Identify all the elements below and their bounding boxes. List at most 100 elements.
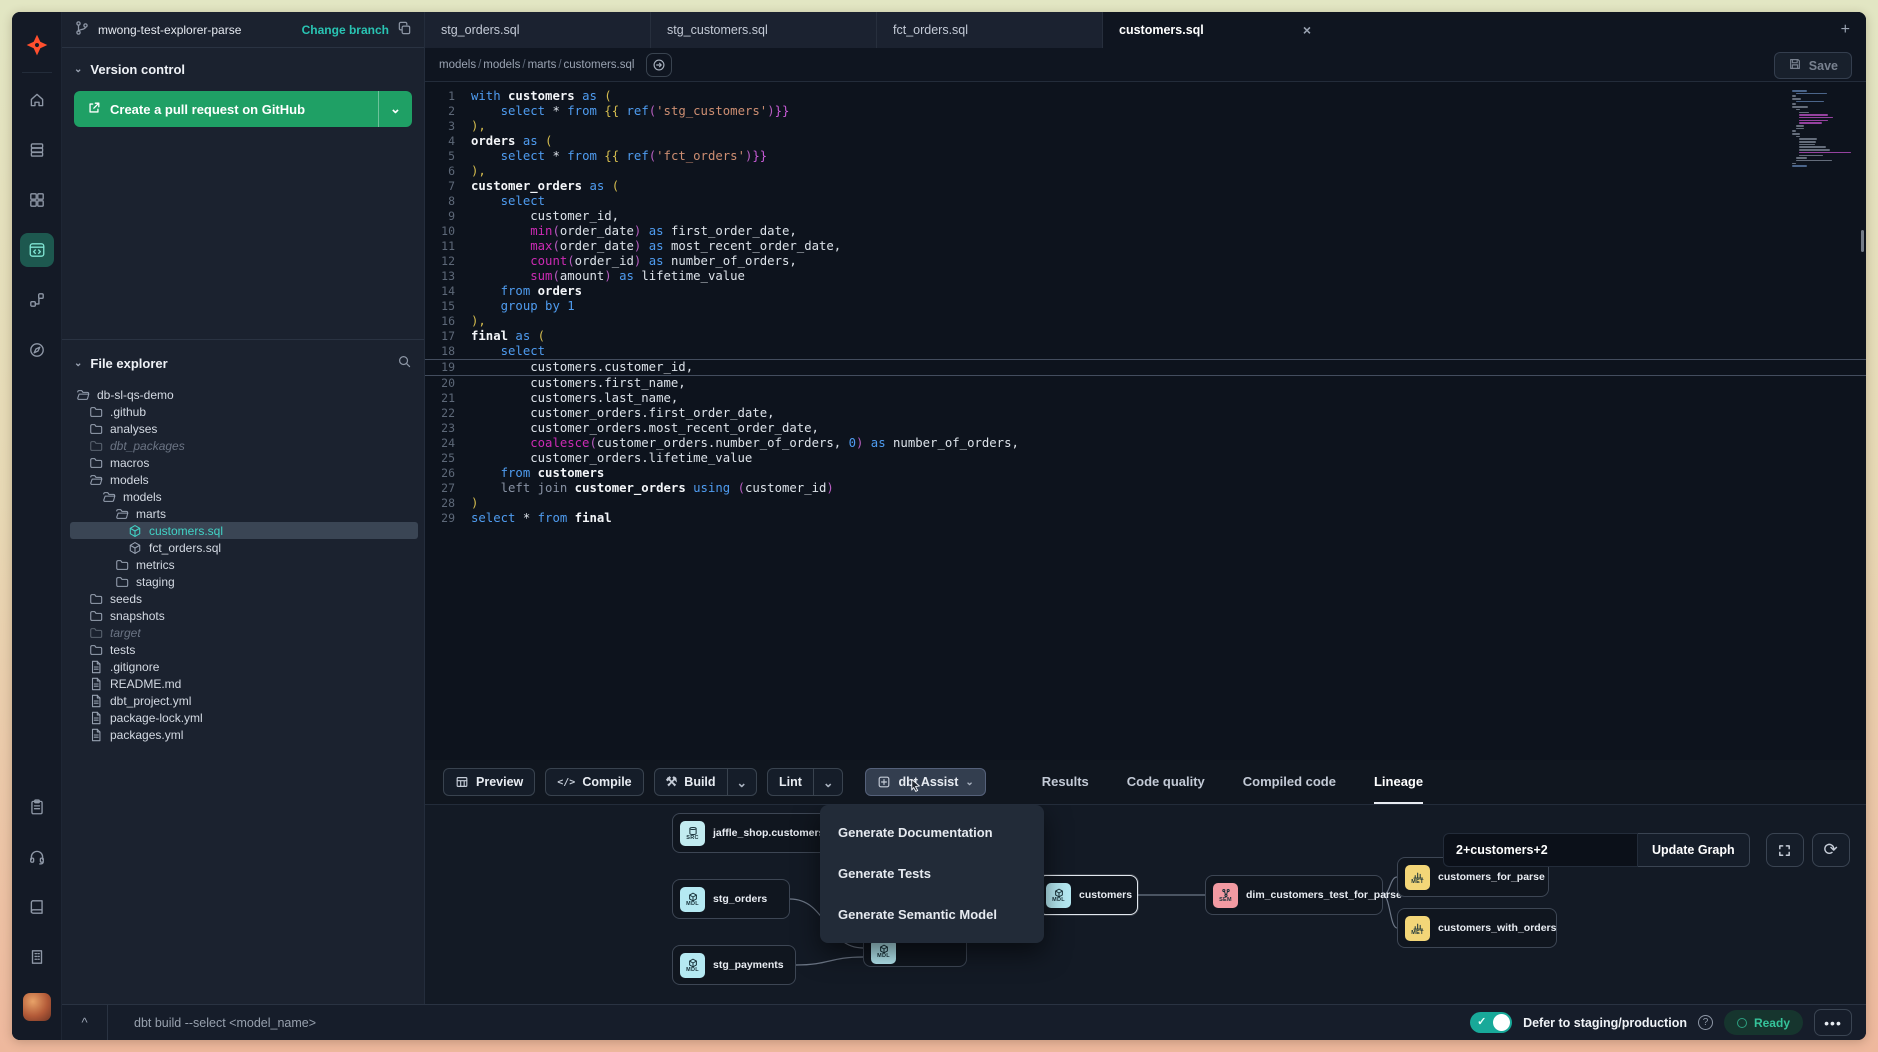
tree-item-models[interactable]: models [70, 488, 418, 505]
tree-item-dbt-project-yml[interactable]: dbt_project.yml [70, 692, 418, 709]
rail-item-explore[interactable] [20, 333, 54, 367]
compile-button[interactable]: </>Compile [545, 768, 643, 796]
menu-item-generate-tests[interactable]: Generate Tests [820, 853, 1044, 894]
result-tab-code-quality[interactable]: Code quality [1127, 760, 1205, 804]
tree-item-customers-sql[interactable]: customers.sql [70, 522, 418, 539]
lineage-node-src1[interactable]: SRC jaffle_shop.customers [672, 813, 842, 853]
tree-item-staging[interactable]: staging [70, 573, 418, 590]
code-line-16[interactable]: 16), [425, 314, 1866, 329]
tab-fct_orders-sql[interactable]: fct_orders.sql [877, 12, 1103, 48]
user-avatar[interactable] [20, 990, 54, 1024]
code-line-28[interactable]: 28) [425, 496, 1866, 511]
create-pr-button[interactable]: Create a pull request on GitHub ⌄ [74, 91, 412, 127]
code-line-10[interactable]: 10 min(order_date) as first_order_date, [425, 224, 1866, 239]
code-line-15[interactable]: 15 group by 1 [425, 299, 1866, 314]
code-line-24[interactable]: 24 coalesce(customer_orders.number_of_or… [425, 436, 1866, 451]
lineage-filter-input[interactable] [1443, 833, 1638, 867]
code-line-4[interactable]: 4orders as ( [425, 134, 1866, 149]
help-icon[interactable]: ? [1698, 1015, 1713, 1030]
more-options-button[interactable]: ••• [1814, 1009, 1852, 1036]
code-line-22[interactable]: 22 customer_orders.first_order_date, [425, 406, 1866, 421]
tree-item-fct-orders-sql[interactable]: fct_orders.sql [70, 539, 418, 556]
search-icon[interactable] [397, 354, 412, 372]
file-lineage-icon[interactable] [646, 53, 672, 77]
new-tab-button[interactable]: + [1841, 21, 1850, 39]
breadcrumb-item[interactable]: models [439, 59, 476, 71]
code-line-26[interactable]: 26 from customers [425, 466, 1866, 481]
code-line-21[interactable]: 21 customers.last_name, [425, 391, 1866, 406]
rail-item-docs[interactable] [20, 890, 54, 924]
change-branch-link[interactable]: Change branch [302, 23, 389, 37]
tree-item-dbt-packages[interactable]: dbt_packages [70, 437, 418, 454]
tree-item-tests[interactable]: tests [70, 641, 418, 658]
code-line-20[interactable]: 20 customers.first_name, [425, 376, 1866, 391]
menu-item-generate-semantic-model[interactable]: Generate Semantic Model [820, 894, 1044, 935]
code-line-1[interactable]: 1with customers as ( [425, 89, 1866, 104]
build-button[interactable]: ⚒Build ⌄ [654, 768, 757, 796]
breadcrumb-item[interactable]: models [483, 59, 520, 71]
dropdown-chevron-icon[interactable]: ⌄ [814, 775, 842, 790]
copy-icon[interactable] [397, 21, 412, 39]
code-line-29[interactable]: 29select * from final [425, 511, 1866, 526]
code-line-6[interactable]: 6), [425, 164, 1866, 179]
update-graph-button[interactable]: Update Graph [1638, 833, 1750, 867]
editor-minimap[interactable] [1792, 90, 1850, 168]
code-line-11[interactable]: 11 max(order_date) as most_recent_order_… [425, 239, 1866, 254]
fullscreen-icon[interactable] [1766, 833, 1804, 867]
lineage-node-dim[interactable]: SEM dim_customers_test_for_parse [1205, 875, 1383, 915]
rail-item-dbt-logo[interactable] [20, 28, 54, 62]
rail-item-deploy[interactable] [20, 283, 54, 317]
lineage-node-stg_payments[interactable]: MDL stg_payments [672, 945, 796, 985]
collapse-panel-chevron-icon[interactable]: ^ [62, 1005, 108, 1040]
tree-item-readme-md[interactable]: README.md [70, 675, 418, 692]
code-line-2[interactable]: 2 select * from {{ ref('stg_customers')}… [425, 104, 1866, 119]
collapse-chevron-icon[interactable]: ⌄ [74, 64, 82, 75]
code-line-27[interactable]: 27 left join customer_orders using (cust… [425, 481, 1866, 496]
code-line-23[interactable]: 23 customer_orders.most_recent_order_dat… [425, 421, 1866, 436]
rail-item-organization[interactable] [20, 940, 54, 974]
tree-item-marts[interactable]: marts [70, 505, 418, 522]
tree-item-macros[interactable]: macros [70, 454, 418, 471]
lineage-node-stg_orders[interactable]: MDL stg_orders [672, 879, 790, 919]
tree-item-snapshots[interactable]: snapshots [70, 607, 418, 624]
rail-item-notes[interactable] [20, 790, 54, 824]
dropdown-chevron-icon[interactable]: ⌄ [728, 775, 756, 790]
tab-stg_customers-sql[interactable]: stg_customers.sql [651, 12, 877, 48]
menu-item-generate-documentation[interactable]: Generate Documentation [820, 812, 1044, 853]
rail-item-dashboard[interactable] [20, 183, 54, 217]
code-line-14[interactable]: 14 from orders [425, 284, 1866, 299]
result-tab-compiled-code[interactable]: Compiled code [1243, 760, 1336, 804]
rail-item-home[interactable] [20, 83, 54, 117]
code-line-3[interactable]: 3), [425, 119, 1866, 134]
code-line-9[interactable]: 9 customer_id, [425, 209, 1866, 224]
rail-item-support[interactable] [20, 840, 54, 874]
save-button[interactable]: Save [1774, 52, 1852, 79]
result-tab-results[interactable]: Results [1042, 760, 1089, 804]
tree-item-package-lock-yml[interactable]: package-lock.yml [70, 709, 418, 726]
code-line-18[interactable]: 18 select [425, 344, 1866, 359]
code-line-13[interactable]: 13 sum(amount) as lifetime_value [425, 269, 1866, 284]
tree-item-metrics[interactable]: metrics [70, 556, 418, 573]
lineage-panel[interactable]: SRC jaffle_shop.customers MDL stg_orders… [425, 804, 1866, 1004]
tree-item--github[interactable]: .github [70, 403, 418, 420]
code-line-12[interactable]: 12 count(order_id) as number_of_orders, [425, 254, 1866, 269]
code-editor[interactable]: 1with customers as ( 2 select * from {{ … [425, 82, 1866, 760]
collapse-chevron-icon[interactable]: ⌄ [74, 358, 82, 369]
code-line-7[interactable]: 7customer_orders as ( [425, 179, 1866, 194]
preview-button[interactable]: Preview [443, 768, 535, 796]
dbt-assist-button[interactable]: dbt Assist⌄ [865, 768, 985, 796]
rail-item-projects[interactable] [20, 133, 54, 167]
tree-item-models[interactable]: models [70, 471, 418, 488]
pr-dropdown-chevron-icon[interactable]: ⌄ [378, 91, 412, 127]
lineage-node-met2[interactable]: MET customers_with_orders [1397, 908, 1557, 948]
lint-button[interactable]: Lint ⌄ [767, 768, 843, 796]
code-line-8[interactable]: 8 select [425, 194, 1866, 209]
tree-item--gitignore[interactable]: .gitignore [70, 658, 418, 675]
breadcrumb-item[interactable]: customers.sql [564, 59, 635, 71]
code-line-25[interactable]: 25 customer_orders.lifetime_value [425, 451, 1866, 466]
defer-toggle[interactable]: ✓ [1470, 1012, 1512, 1033]
tree-item-target[interactable]: target [70, 624, 418, 641]
tab-stg_orders-sql[interactable]: stg_orders.sql [425, 12, 651, 48]
code-line-5[interactable]: 5 select * from {{ ref('fct_orders')}} [425, 149, 1866, 164]
tree-item-db-sl-qs-demo[interactable]: db-sl-qs-demo [70, 386, 418, 403]
